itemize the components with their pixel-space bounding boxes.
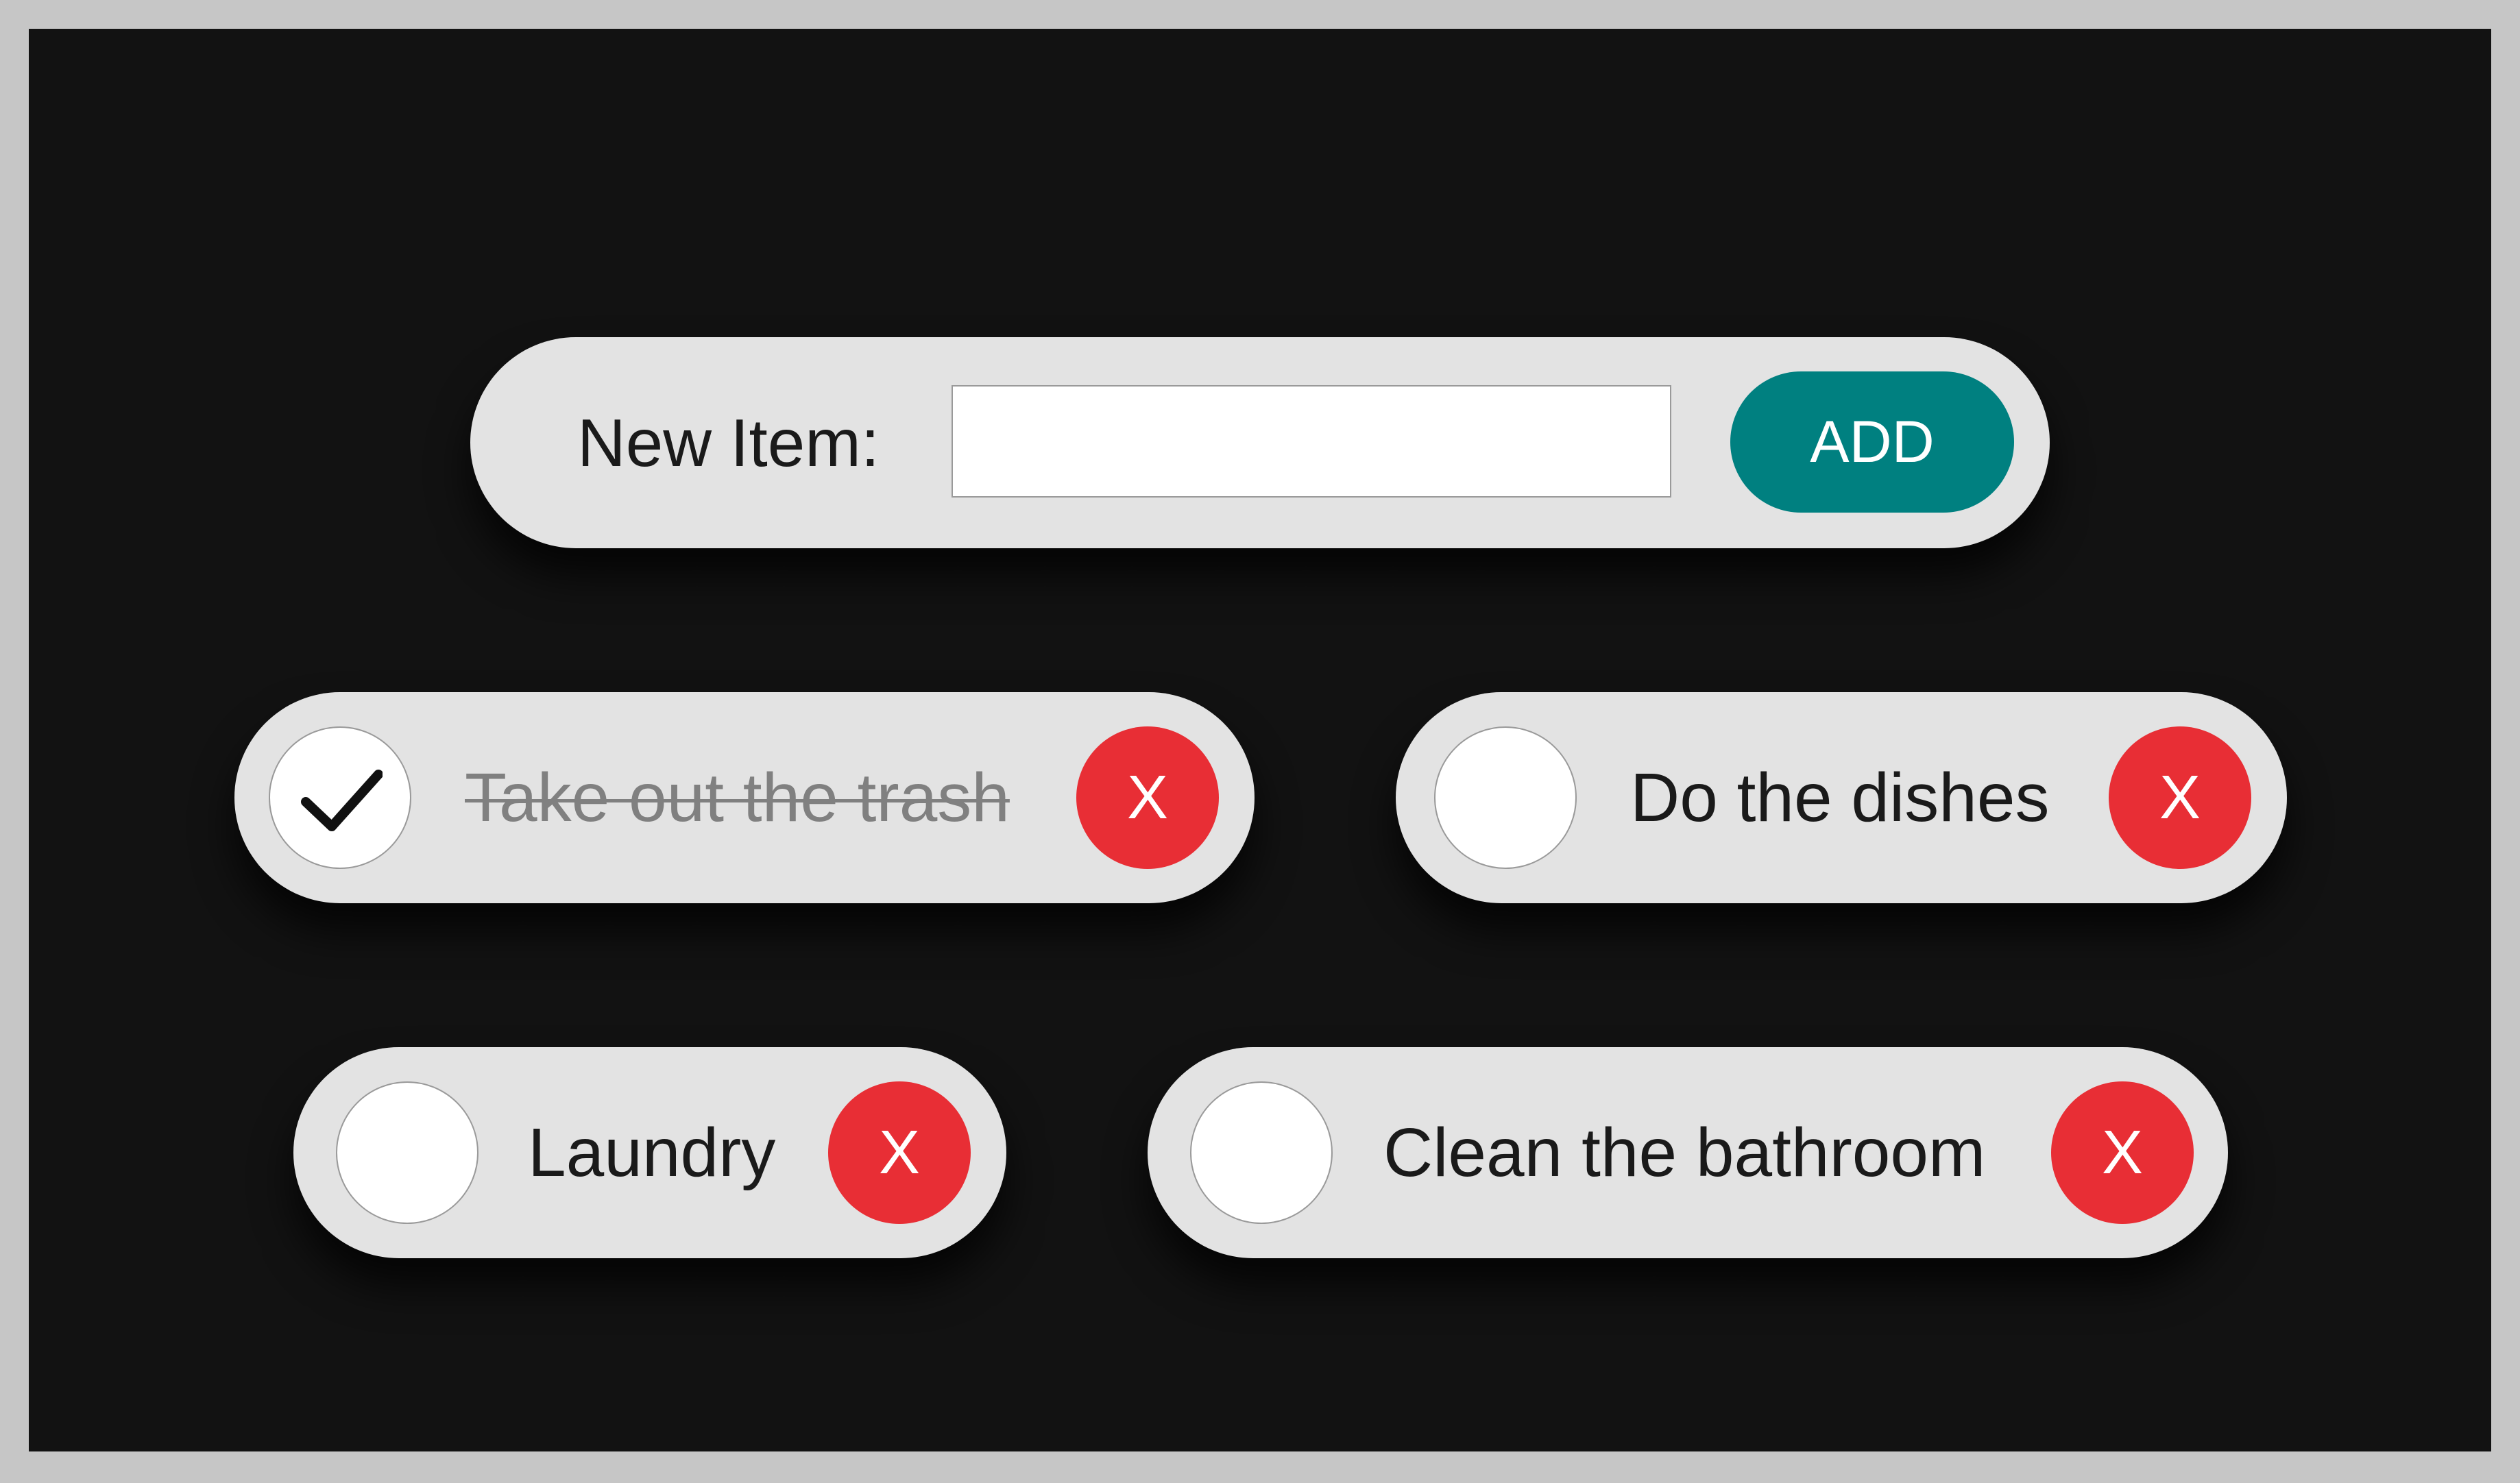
- todo-app: New Item: ADD Take out the trash X Do th…: [29, 29, 2491, 1451]
- todo-label: Clean the bathroom: [1383, 1114, 1986, 1191]
- delete-button[interactable]: X: [1076, 726, 1219, 869]
- complete-toggle[interactable]: [269, 726, 411, 869]
- todo-label: Do the dishes: [1630, 759, 2050, 836]
- todo-label: Laundry: [528, 1114, 776, 1191]
- delete-button[interactable]: X: [2051, 1081, 2194, 1224]
- delete-button[interactable]: X: [2109, 726, 2251, 869]
- todo-item: Laundry X: [293, 1047, 1006, 1258]
- todo-item: Take out the trash X: [234, 692, 1255, 903]
- complete-toggle[interactable]: [1190, 1081, 1333, 1224]
- complete-toggle[interactable]: [1434, 726, 1577, 869]
- todo-label: Take out the trash: [465, 759, 1010, 836]
- todo-item: Do the dishes X: [1396, 692, 2287, 903]
- new-item-input[interactable]: [952, 385, 1671, 498]
- add-button[interactable]: ADD: [1730, 371, 2014, 513]
- check-icon: [301, 770, 383, 831]
- delete-button[interactable]: X: [828, 1081, 971, 1224]
- complete-toggle[interactable]: [336, 1081, 478, 1224]
- todo-item: Clean the bathroom X: [1148, 1047, 2228, 1258]
- new-item-label: New Item:: [577, 405, 880, 480]
- new-item-form: New Item: ADD: [470, 337, 2050, 548]
